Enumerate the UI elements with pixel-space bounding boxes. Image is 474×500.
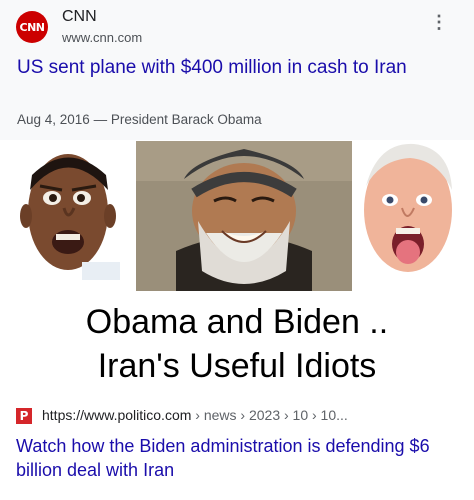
result-url-domain: https://www.politico.com <box>42 407 192 423</box>
result-headline[interactable]: US sent plane with $400 million in cash … <box>17 55 457 80</box>
source-url: www.cnn.com <box>62 30 143 45</box>
result-url[interactable]: https://www.politico.com › news › 2023 ›… <box>42 407 348 423</box>
cnn-logo-icon: CNN <box>16 11 48 43</box>
result-headline-politico[interactable]: Watch how the Biden administration is de… <box>16 434 456 482</box>
meme-caption-line-1: Obama and Biden .. <box>85 303 389 341</box>
meme-caption-line-2: Iran's Useful Idiots <box>97 347 377 385</box>
biden-face-image <box>358 140 456 280</box>
laughing-man-image <box>136 141 352 291</box>
search-result-cnn[interactable]: CNN CNN www.cnn.com ⋮ US sent plane with… <box>0 0 474 140</box>
obama-face-image <box>20 150 120 280</box>
more-options-icon[interactable]: ⋮ <box>430 13 448 31</box>
politico-favicon-icon: P <box>16 408 32 424</box>
result-url-breadcrumbs: › news › 2023 › 10 › 10... <box>191 407 348 423</box>
result-meta: Aug 4, 2016 — President Barack Obama <box>17 112 262 127</box>
source-name: CNN <box>62 8 97 25</box>
